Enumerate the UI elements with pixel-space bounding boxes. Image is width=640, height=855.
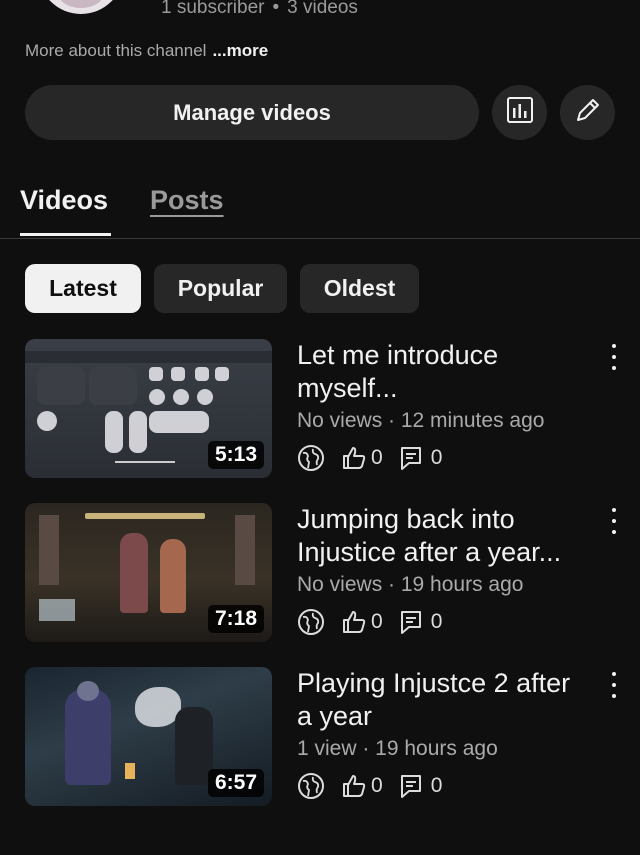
video-count: 3 videos xyxy=(287,0,358,18)
filter-popular[interactable]: Popular xyxy=(154,264,287,313)
more-options-icon[interactable] xyxy=(606,508,622,534)
video-meta: No views · 12 minutes ago xyxy=(297,409,545,432)
video-title-line: Playing Injustce 2 after xyxy=(297,668,571,698)
analytics-button[interactable] xyxy=(492,85,547,140)
video-title-line: Injustice after a year... xyxy=(297,537,562,567)
globe-icon xyxy=(297,444,325,472)
comment-count: 0 xyxy=(430,446,443,469)
analytics-chart-icon xyxy=(506,96,534,129)
video-thumbnail[interactable]: 7:18 xyxy=(25,503,272,642)
subscriber-count: 1 subscriber xyxy=(161,0,265,18)
comment-icon[interactable] xyxy=(399,773,423,799)
manage-videos-button[interactable]: Manage videos xyxy=(25,85,479,140)
channel-avatar[interactable] xyxy=(38,0,124,14)
comment-icon[interactable] xyxy=(399,445,423,471)
edit-channel-button[interactable] xyxy=(560,85,615,140)
video-stats: 0 0 xyxy=(297,607,442,637)
video-meta: 1 view · 19 hours ago xyxy=(297,737,498,760)
like-count: 0 xyxy=(371,774,383,797)
video-title-line: a year xyxy=(297,701,373,731)
about-text: More about this channel xyxy=(25,41,207,60)
video-item[interactable]: 7:18 Jumping back into Injustice after a… xyxy=(0,503,640,653)
tab-videos[interactable]: Videos xyxy=(20,185,108,216)
comment-icon[interactable] xyxy=(399,609,423,635)
more-options-icon[interactable] xyxy=(606,344,622,370)
thumbs-up-icon[interactable] xyxy=(341,445,367,471)
like-count: 0 xyxy=(371,610,383,633)
tabs-divider xyxy=(0,238,640,239)
video-title[interactable]: Jumping back into Injustice after a year… xyxy=(297,503,597,569)
active-tab-indicator xyxy=(20,233,111,236)
thumbs-up-icon[interactable] xyxy=(341,609,367,635)
thumbs-up-icon[interactable] xyxy=(341,773,367,799)
video-duration: 7:18 xyxy=(207,605,264,633)
video-stats: 0 0 xyxy=(297,443,442,473)
comment-count: 0 xyxy=(430,610,443,633)
video-stats: 0 0 xyxy=(297,771,442,801)
video-title-line: Let me introduce xyxy=(297,340,499,370)
channel-about-link[interactable]: More about this channel ...more xyxy=(25,41,268,61)
video-item[interactable]: 6:57 Playing Injustce 2 after a year 1 v… xyxy=(0,667,640,817)
video-thumbnail[interactable]: 5:13 xyxy=(25,339,272,478)
video-duration: 6:57 xyxy=(207,769,264,797)
video-title[interactable]: Let me introduce myself... xyxy=(297,339,597,405)
video-thumbnail[interactable]: 6:57 xyxy=(25,667,272,806)
globe-icon xyxy=(297,772,325,800)
like-count: 0 xyxy=(371,446,383,469)
video-item[interactable]: 5:13 Let me introduce myself... No views… xyxy=(0,339,640,489)
stats-separator: • xyxy=(272,0,280,18)
channel-stats: 1 subscriber • 3 videos xyxy=(161,0,358,19)
comment-count: 0 xyxy=(430,774,443,797)
video-title-line: Jumping back into xyxy=(297,504,515,534)
filter-oldest[interactable]: Oldest xyxy=(300,264,419,313)
video-meta: No views · 19 hours ago xyxy=(297,573,524,596)
tab-posts[interactable]: Posts xyxy=(150,185,224,216)
pencil-icon xyxy=(573,95,603,130)
video-title-line: myself... xyxy=(297,373,398,403)
video-duration: 5:13 xyxy=(207,441,264,469)
more-link[interactable]: ...more xyxy=(212,41,268,60)
globe-icon xyxy=(297,608,325,636)
filter-latest[interactable]: Latest xyxy=(25,264,141,313)
more-options-icon[interactable] xyxy=(606,672,622,698)
video-title[interactable]: Playing Injustce 2 after a year xyxy=(297,667,597,733)
